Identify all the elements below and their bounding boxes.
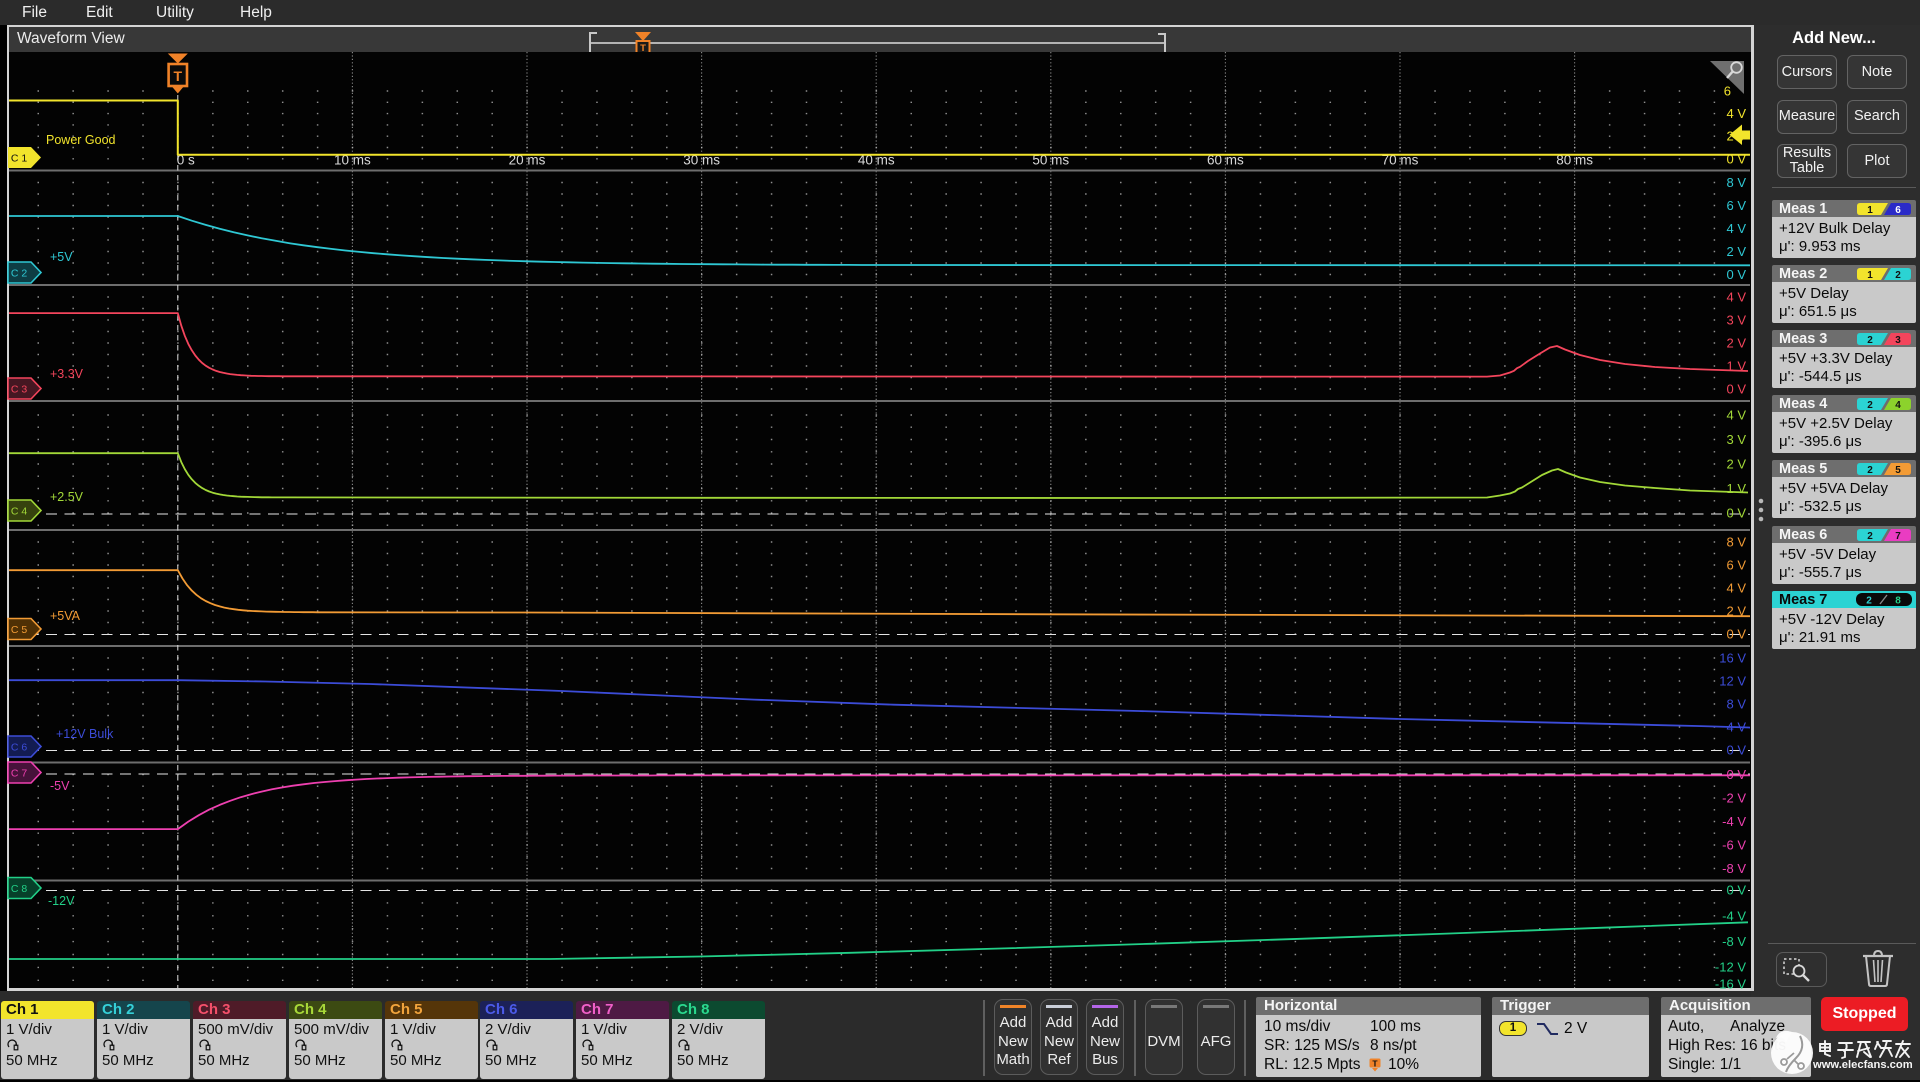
svg-text:2: 2 xyxy=(1867,400,1873,410)
svg-text:0 V: 0 V xyxy=(1726,151,1746,166)
svg-text:8: 8 xyxy=(1895,596,1901,607)
svg-text:T: T xyxy=(174,68,183,84)
svg-text:+5V: +5V xyxy=(50,250,73,264)
svg-text:Power Good: Power Good xyxy=(46,133,116,147)
svg-text:C 2: C 2 xyxy=(11,267,28,279)
svg-text:1: 1 xyxy=(1867,205,1873,215)
svg-text:+5VA: +5VA xyxy=(50,609,81,623)
svg-text:4 V: 4 V xyxy=(1726,290,1746,305)
svg-text:0 V: 0 V xyxy=(1726,627,1746,642)
svg-text:T: T xyxy=(1372,1058,1378,1068)
svg-text:-4 V: -4 V xyxy=(1722,908,1746,923)
svg-text:+12V Bulk: +12V Bulk xyxy=(56,727,114,741)
svg-text:6: 6 xyxy=(1895,205,1901,215)
svg-text:C 5: C 5 xyxy=(11,624,28,636)
svg-text:2: 2 xyxy=(1867,465,1873,475)
svg-text:1 V: 1 V xyxy=(1726,481,1746,496)
svg-text:4: 4 xyxy=(1895,400,1901,410)
svg-text:2: 2 xyxy=(1867,335,1873,345)
svg-text:C 8: C 8 xyxy=(11,883,28,895)
svg-text:-4 V: -4 V xyxy=(1722,814,1746,829)
svg-text:-12V: -12V xyxy=(48,894,75,908)
svg-text:C 7: C 7 xyxy=(11,767,28,779)
svg-text:6: 6 xyxy=(1724,84,1731,99)
svg-text:0 V: 0 V xyxy=(1726,883,1746,898)
svg-text:5: 5 xyxy=(1895,465,1901,475)
svg-text:6 V: 6 V xyxy=(1726,198,1746,213)
svg-text:0 V: 0 V xyxy=(1726,267,1746,282)
svg-text:+3.3V: +3.3V xyxy=(50,367,84,381)
svg-text:-16 V: -16 V xyxy=(1715,977,1746,991)
svg-text:-8 V: -8 V xyxy=(1722,934,1746,949)
svg-text:2 V: 2 V xyxy=(1726,244,1746,259)
svg-text:1: 1 xyxy=(1867,270,1873,280)
svg-text:C 6: C 6 xyxy=(11,741,28,753)
svg-text:8 V: 8 V xyxy=(1726,175,1746,190)
svg-text:2: 2 xyxy=(1867,531,1873,541)
svg-text:-2 V: -2 V xyxy=(1722,791,1746,806)
svg-text:-12 V: -12 V xyxy=(1715,960,1746,975)
svg-text:C 1: C 1 xyxy=(11,152,28,164)
svg-text:C 4: C 4 xyxy=(11,505,28,517)
svg-text:C 3: C 3 xyxy=(11,383,28,395)
svg-text:4 V: 4 V xyxy=(1726,408,1746,423)
svg-text:4 V: 4 V xyxy=(1726,581,1746,596)
svg-text:www.elecfans.com: www.elecfans.com xyxy=(1812,1059,1913,1071)
svg-text:6 V: 6 V xyxy=(1726,558,1746,573)
svg-text:2 V: 2 V xyxy=(1726,457,1746,472)
svg-text:-8 V: -8 V xyxy=(1722,861,1746,876)
svg-text:3: 3 xyxy=(1895,335,1901,345)
svg-text:2 V: 2 V xyxy=(1726,336,1746,351)
svg-text:2: 2 xyxy=(1866,596,1872,607)
svg-text:2: 2 xyxy=(1895,270,1901,280)
svg-text:0 V: 0 V xyxy=(1726,382,1746,397)
svg-text:0 V: 0 V xyxy=(1726,506,1746,521)
svg-text:3 V: 3 V xyxy=(1726,313,1746,328)
svg-text:+2.5V: +2.5V xyxy=(50,490,84,504)
svg-text:3 V: 3 V xyxy=(1726,432,1746,447)
svg-text:0 V: 0 V xyxy=(1726,743,1746,758)
svg-text:8 V: 8 V xyxy=(1726,535,1746,550)
svg-text:-5V: -5V xyxy=(50,779,70,793)
svg-text:8 V: 8 V xyxy=(1726,697,1746,712)
svg-text:-6 V: -6 V xyxy=(1722,838,1746,853)
svg-text:12 V: 12 V xyxy=(1719,674,1746,689)
svg-text:4 V: 4 V xyxy=(1726,106,1746,121)
svg-text:7: 7 xyxy=(1895,531,1901,541)
svg-text:4 V: 4 V xyxy=(1726,221,1746,236)
svg-text:16 V: 16 V xyxy=(1719,651,1746,666)
